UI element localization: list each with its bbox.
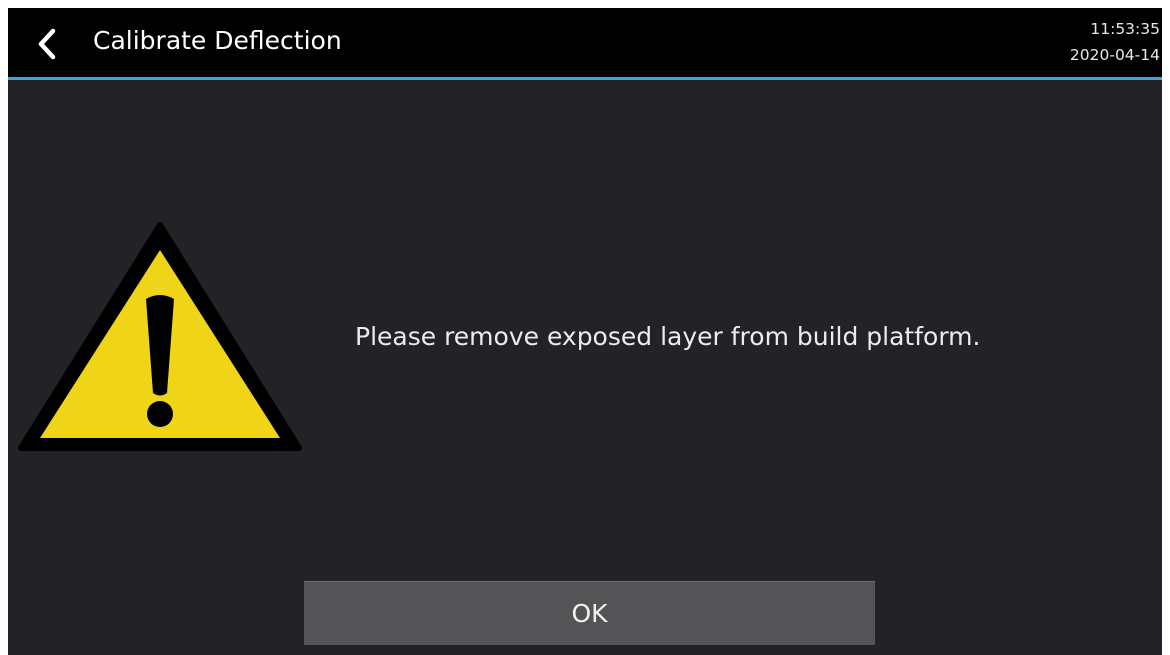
page-title: Calibrate Deflection [93, 26, 342, 55]
warning-triangle-icon [18, 222, 302, 451]
app-screen: Calibrate Deflection 11:53:35 2020-04-14… [8, 8, 1162, 655]
clock: 11:53:35 2020-04-14 [1070, 16, 1160, 68]
clock-date: 2020-04-14 [1069, 46, 1160, 64]
header-bar: Calibrate Deflection 11:53:35 2020-04-14 [8, 8, 1162, 77]
header-divider [8, 77, 1162, 80]
back-button[interactable] [28, 22, 68, 64]
clock-time: 11:53:35 [1090, 20, 1160, 38]
message-text: Please remove exposed layer from build p… [355, 322, 981, 351]
ok-button[interactable]: OK [304, 581, 875, 645]
chevron-left-icon [38, 28, 56, 60]
